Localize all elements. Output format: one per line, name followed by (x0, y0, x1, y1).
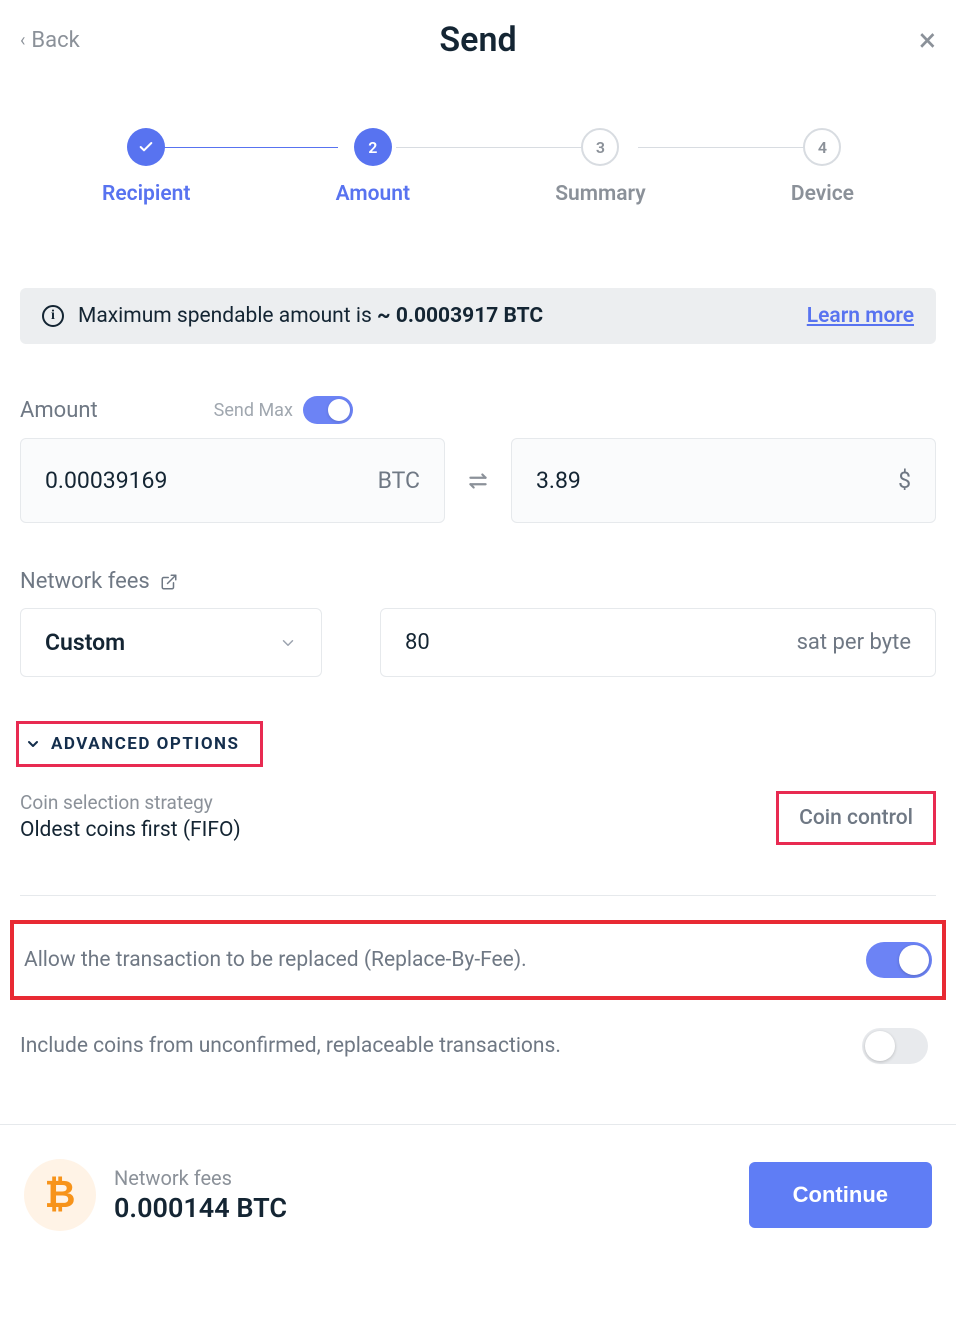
step-label: Recipient (102, 182, 190, 206)
amount-fiat-value: 3.89 (536, 467, 581, 494)
unconfirmed-option-row: Include coins from unconfirmed, replacea… (20, 1014, 936, 1078)
coin-strategy-value: Oldest coins first (FIFO) (20, 818, 241, 842)
amount-fiat-input[interactable]: 3.89 $ (511, 438, 936, 523)
step-summary[interactable]: 3 Summary (555, 128, 645, 206)
fee-rate-value: 80 (405, 630, 430, 655)
close-button[interactable]: × (919, 24, 936, 56)
swap-icon[interactable] (465, 468, 491, 494)
check-icon (127, 128, 165, 166)
coin-control-button[interactable]: Coin control (776, 791, 936, 845)
close-icon: × (919, 21, 936, 59)
fee-strategy-select[interactable]: Custom (20, 608, 322, 677)
page-title: Send (439, 20, 516, 60)
amount-crypto-unit: BTC (378, 467, 420, 494)
chevron-left-icon: ‹ (20, 30, 25, 51)
footer-fees-value: 0.000144 BTC (114, 1192, 287, 1224)
step-device[interactable]: 4 Device (791, 128, 854, 206)
send-max-toggle[interactable] (303, 396, 353, 424)
network-fees-label: Network fees (20, 569, 150, 594)
footer-fees-label: Network fees (114, 1166, 287, 1190)
amount-fiat-unit: $ (898, 467, 911, 494)
send-max-label: Send Max (214, 400, 293, 421)
back-label: Back (31, 28, 79, 53)
step-amount[interactable]: 2 Amount (336, 128, 410, 206)
step-number: 3 (581, 128, 619, 166)
step-label: Amount (336, 182, 410, 206)
chevron-down-icon (279, 634, 297, 652)
rbf-option-row: Allow the transaction to be replaced (Re… (10, 920, 946, 1000)
amount-crypto-input[interactable]: 0.00039169 BTC (20, 438, 445, 523)
amount-crypto-value: 0.00039169 (45, 467, 167, 494)
step-label: Device (791, 182, 854, 206)
back-button[interactable]: ‹ Back (20, 28, 80, 53)
step-number: 2 (354, 128, 392, 166)
external-link-icon[interactable] (160, 573, 178, 591)
fee-rate-input[interactable]: 80 sat per byte (380, 608, 936, 677)
unconfirmed-toggle[interactable] (862, 1028, 928, 1064)
step-number: 4 (803, 128, 841, 166)
continue-button[interactable]: Continue (749, 1162, 932, 1228)
step-label: Summary (555, 182, 645, 206)
stepper: Recipient 2 Amount 3 Summary 4 Device (20, 128, 936, 206)
amount-label: Amount (20, 398, 98, 423)
chevron-down-icon (25, 736, 41, 752)
step-recipient[interactable]: Recipient (102, 128, 190, 206)
fee-rate-unit: sat per byte (797, 630, 911, 655)
learn-more-link[interactable]: Learn more (807, 304, 914, 328)
banner-text: Maximum spendable amount is ~ 0.0003917 … (78, 304, 543, 328)
unconfirmed-label: Include coins from unconfirmed, replacea… (20, 1034, 561, 1058)
bitcoin-icon: ₿ (24, 1159, 96, 1231)
advanced-options-label: ADVANCED OPTIONS (51, 734, 240, 754)
fee-strategy-value: Custom (45, 629, 125, 656)
coin-strategy-label: Coin selection strategy (20, 791, 241, 814)
max-spendable-banner: i Maximum spendable amount is ~ 0.000391… (20, 288, 936, 344)
advanced-options-toggle[interactable]: ADVANCED OPTIONS (16, 721, 263, 767)
coin-control-label: Coin control (799, 806, 913, 830)
rbf-label: Allow the transaction to be replaced (Re… (24, 948, 527, 972)
rbf-toggle[interactable] (866, 942, 932, 978)
info-icon: i (42, 305, 64, 327)
